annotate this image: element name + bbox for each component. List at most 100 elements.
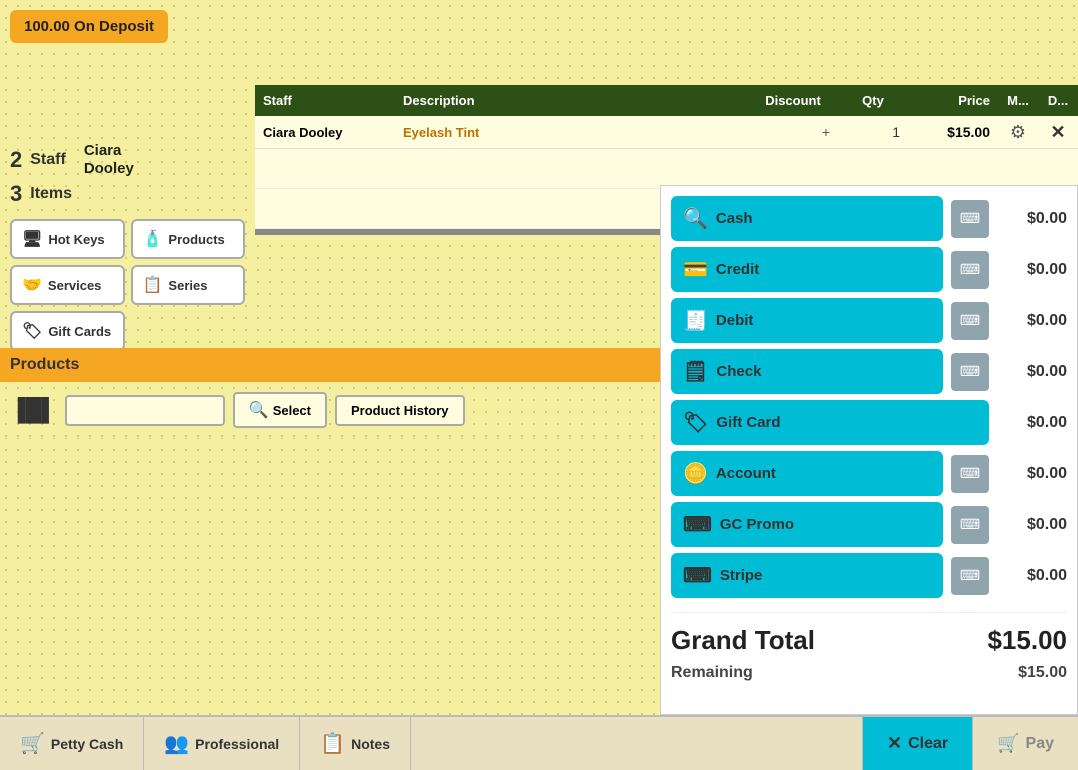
- credit-calc-button[interactable]: ⌨: [951, 251, 989, 289]
- product-history-button[interactable]: Product History: [335, 395, 465, 426]
- gift-cards-label: Gift Cards: [48, 324, 111, 339]
- series-label: Series: [168, 278, 207, 293]
- stripe-calc-icon: ⌨: [960, 567, 980, 584]
- gift-card-amount: $0.00: [997, 414, 1067, 432]
- debit-calc-icon: ⌨: [960, 312, 980, 329]
- professional-label: Professional: [195, 736, 279, 752]
- products-button[interactable]: 🧴 Products: [131, 219, 246, 259]
- clear-button[interactable]: ✕ Clear: [862, 717, 972, 770]
- petty-cash-button[interactable]: 🛒 Petty Cash: [0, 717, 144, 770]
- payment-row-account: 🪙 Account ⌨ $0.00: [671, 451, 1067, 496]
- account-calc-button[interactable]: ⌨: [951, 455, 989, 493]
- pay-button[interactable]: 🛒 Pay: [972, 717, 1078, 770]
- account-calc-icon: ⌨: [960, 465, 980, 482]
- account-label: Account: [716, 465, 776, 482]
- pay-icon: 🛒: [997, 733, 1019, 754]
- payment-row-credit: 💳 Credit ⌨ $0.00: [671, 247, 1067, 292]
- debit-calc-button[interactable]: ⌨: [951, 302, 989, 340]
- table-empty-row-1: [255, 149, 1078, 189]
- cash-calc-button[interactable]: ⌨: [951, 200, 989, 238]
- col-header-qty: Qty: [838, 85, 908, 116]
- debit-button[interactable]: 🧾 Debit: [671, 298, 943, 343]
- items-text: Items: [30, 185, 72, 203]
- row-delete-button[interactable]: ✕: [1050, 122, 1065, 143]
- services-icon: 🤝: [22, 275, 42, 295]
- gift-cards-button[interactable]: 🏷 Gift Cards: [10, 311, 125, 351]
- petty-cash-icon: 🛒: [20, 731, 45, 756]
- table-row: Ciara Dooley Eyelash Tint + 1 $15.00 ⚙ ✕: [255, 116, 1078, 149]
- deposit-badge: 100.00 On Deposit: [10, 10, 168, 43]
- account-button[interactable]: 🪙 Account: [671, 451, 943, 496]
- stripe-button[interactable]: ⌨ Stripe: [671, 553, 943, 598]
- gift-card-button[interactable]: 🏷 Gift Card: [671, 400, 989, 445]
- petty-cash-label: Petty Cash: [51, 736, 123, 752]
- grand-total-label: Grand Total: [671, 625, 815, 656]
- series-button[interactable]: 📋 Series: [131, 265, 246, 305]
- gc-promo-button[interactable]: ⌨ GC Promo: [671, 502, 943, 547]
- remaining-row: Remaining $15.00: [671, 660, 1067, 686]
- row-gear-button[interactable]: ⚙: [1010, 122, 1026, 143]
- notes-button[interactable]: 📋 Notes: [300, 717, 411, 770]
- cash-button[interactable]: 🔍 Cash: [671, 196, 943, 241]
- debit-icon: 🧾: [683, 308, 708, 333]
- search-icon: 🔍: [249, 400, 269, 420]
- stripe-calc-button[interactable]: ⌨: [951, 557, 989, 595]
- hot-keys-button[interactable]: 🖥 Hot Keys: [10, 219, 125, 259]
- payment-row-check: 🗒 Check ⌨ $0.00: [671, 349, 1067, 394]
- product-search-input[interactable]: [65, 395, 225, 426]
- gc-promo-calc-icon: ⌨: [960, 516, 980, 533]
- clear-x-icon: ✕: [887, 733, 902, 754]
- select-button[interactable]: 🔍 Select: [233, 392, 327, 428]
- row-qty: 1: [838, 116, 908, 148]
- gift-card-icon: 🏷: [683, 410, 708, 435]
- cash-calc-icon: ⌨: [960, 210, 980, 227]
- professional-icon: 👥: [164, 731, 189, 756]
- select-label: Select: [273, 403, 311, 418]
- credit-label: Credit: [716, 261, 759, 278]
- account-amount: $0.00: [997, 465, 1067, 483]
- payment-row-debit: 🧾 Debit ⌨ $0.00: [671, 298, 1067, 343]
- row-settings[interactable]: ⚙: [998, 118, 1038, 147]
- items-label: 3 Items: [0, 175, 255, 213]
- gc-promo-label: GC Promo: [720, 516, 794, 533]
- grand-total-row: Grand Total $15.00: [671, 621, 1067, 660]
- clear-label: Clear: [908, 735, 948, 753]
- remaining-label: Remaining: [671, 664, 753, 682]
- items-buttons: 🖥 Hot Keys 🧴 Products 🤝 Services 📋 Serie…: [0, 213, 255, 357]
- debit-amount: $0.00: [997, 312, 1067, 330]
- cash-amount: $0.00: [997, 210, 1067, 228]
- row-staff: Ciara Dooley: [255, 117, 395, 148]
- hot-keys-icon: 🖥: [22, 229, 42, 249]
- check-calc-button[interactable]: ⌨: [951, 353, 989, 391]
- gift-card-label: Gift Card: [716, 414, 780, 431]
- col-header-staff: Staff: [255, 85, 395, 116]
- col-header-d: D...: [1038, 85, 1078, 116]
- gc-promo-calc-button[interactable]: ⌨: [951, 506, 989, 544]
- items-section: 3 Items 🖥 Hot Keys 🧴 Products 🤝 Services…: [0, 175, 255, 357]
- gift-cards-icon: 🏷: [22, 321, 42, 341]
- row-delete[interactable]: ✕: [1038, 118, 1078, 147]
- staff-text: Staff: [30, 151, 66, 169]
- cash-label: Cash: [716, 210, 753, 227]
- check-icon: 🗒: [683, 359, 708, 384]
- remaining-value: $15.00: [1018, 664, 1067, 682]
- grand-total-section: Grand Total $15.00 Remaining $15.00: [671, 612, 1067, 686]
- check-calc-icon: ⌨: [960, 363, 980, 380]
- stripe-icon: ⌨: [683, 563, 712, 588]
- hot-keys-label: Hot Keys: [48, 232, 104, 247]
- check-button[interactable]: 🗒 Check: [671, 349, 943, 394]
- services-button[interactable]: 🤝 Services: [10, 265, 125, 305]
- credit-icon: 💳: [683, 257, 708, 282]
- pay-label: Pay: [1026, 735, 1054, 753]
- professional-button[interactable]: 👥 Professional: [144, 717, 300, 770]
- credit-button[interactable]: 💳 Credit: [671, 247, 943, 292]
- items-number: 3: [10, 181, 22, 207]
- barcode-icon: ▐█▌: [10, 397, 57, 423]
- col-header-desc: Description: [395, 85, 748, 116]
- products-label: Products: [168, 232, 224, 247]
- check-label: Check: [716, 363, 761, 380]
- col-header-price: Price: [908, 85, 998, 116]
- products-icon: 🧴: [143, 229, 163, 249]
- series-icon: 📋: [143, 275, 163, 295]
- row-discount[interactable]: +: [748, 116, 838, 148]
